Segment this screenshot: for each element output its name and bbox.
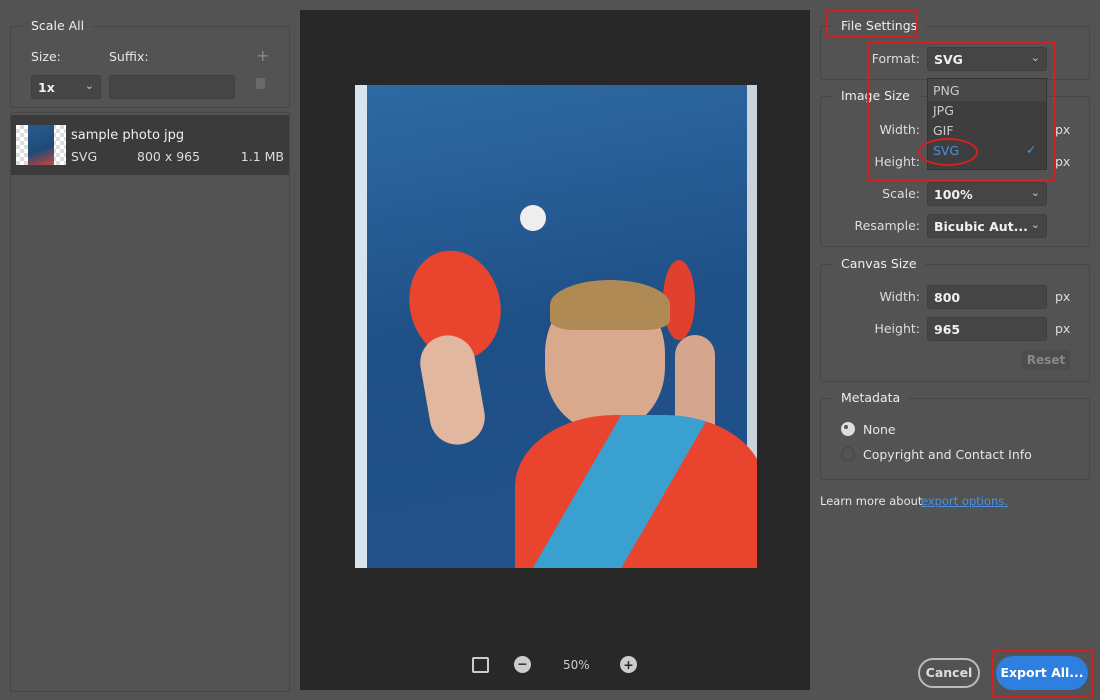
canvas-width-input[interactable]: 800 [927,285,1047,309]
fit-to-screen-icon[interactable] [472,657,489,673]
metadata-copyright-radio[interactable] [841,447,855,461]
canvas-height-unit: px [1055,321,1071,336]
export-options-link[interactable]: export options. [921,494,1008,508]
reset-button[interactable]: Reset [1022,350,1070,370]
zoom-in-icon[interactable]: + [620,656,637,673]
zoom-out-icon[interactable]: − [514,656,531,673]
add-scale-icon[interactable]: + [256,46,269,65]
scale-value: 100% [934,187,973,202]
canvas-width-label: Width: [879,289,920,304]
asset-format: SVG [71,149,98,164]
zoom-level: 50% [563,658,590,672]
highlight-svg-circle [918,138,978,166]
preview-area: − 50% + [300,10,810,690]
suffix-input[interactable] [109,75,235,99]
metadata-group: Metadata [820,390,1090,480]
asset-thumbnail [16,125,66,165]
asset-list-item[interactable]: sample photo jpg SVG 800 x 965 1.1 MB [11,115,289,175]
learn-more-text: Learn more about [820,494,923,508]
highlight-export-button [992,650,1093,698]
scale-all-title: Scale All [23,18,93,33]
asset-dimensions: 800 x 965 [137,149,201,164]
chevron-down-icon: ⌄ [84,79,94,92]
size-select[interactable]: 1x ⌄ [31,75,101,99]
chevron-down-icon: ⌄ [1030,186,1040,199]
canvas-height-input[interactable]: 965 [927,317,1047,341]
chevron-down-icon: ⌄ [1030,218,1040,231]
trash-icon[interactable] [256,78,265,89]
scale-label: Scale: [882,186,920,201]
image-height-unit: px [1055,154,1071,169]
asset-name: sample photo jpg [71,128,185,143]
scale-select[interactable]: 100% ⌄ [927,182,1047,206]
highlight-file-settings [826,10,918,37]
preview-image [355,85,757,568]
resample-value: Bicubic Aut... [934,219,1028,234]
image-width-unit: px [1055,122,1071,137]
metadata-copyright-label: Copyright and Contact Info [863,447,1032,462]
cancel-button[interactable]: Cancel [918,658,980,688]
canvas-height-label: Height: [874,321,920,336]
left-panel [10,112,290,692]
asset-file-size: 1.1 MB [240,149,284,164]
suffix-label: Suffix: [109,49,149,64]
canvas-size-title: Canvas Size [833,256,925,271]
size-value: 1x [38,80,55,95]
resample-select[interactable]: Bicubic Aut... ⌄ [927,214,1047,238]
metadata-title: Metadata [833,390,909,405]
size-label: Size: [31,49,61,64]
canvas-width-unit: px [1055,289,1071,304]
resample-label: Resample: [854,218,920,233]
metadata-none-label: None [863,422,896,437]
metadata-none-radio[interactable] [841,422,855,436]
